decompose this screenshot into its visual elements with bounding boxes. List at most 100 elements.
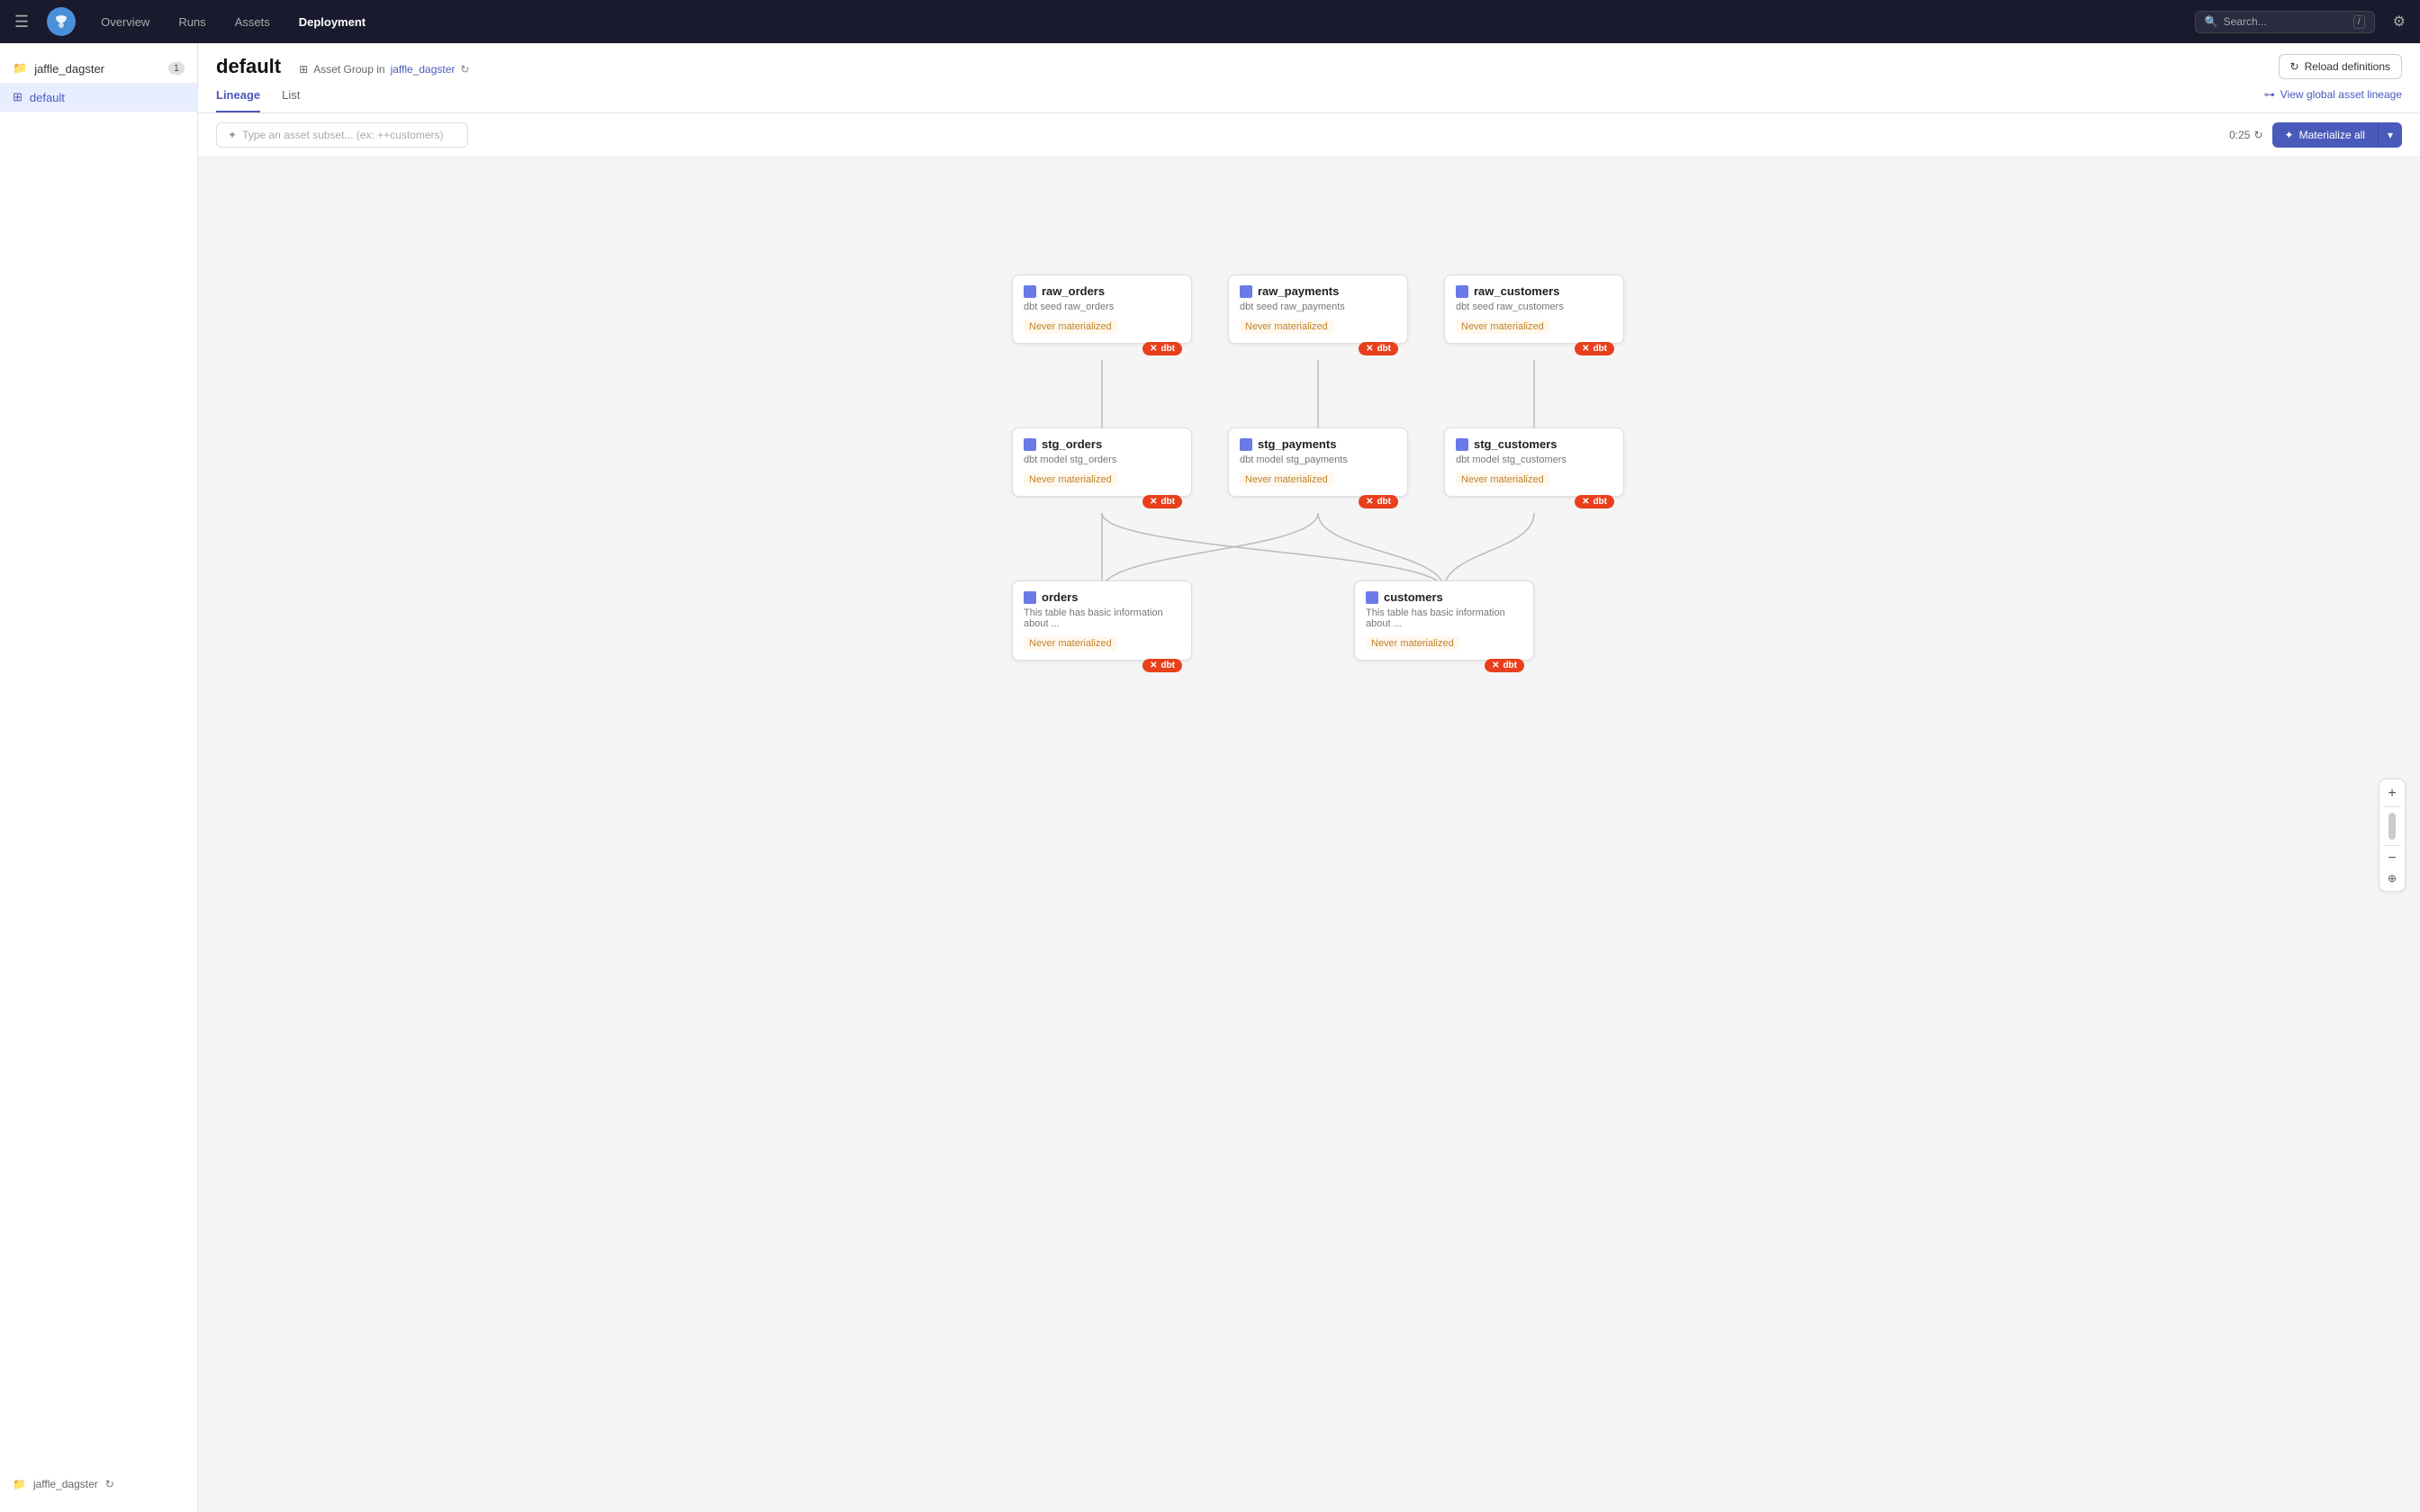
sidebar-items: 📁 jaffle_dagster 1 ⊞ default	[0, 54, 197, 112]
nav-deployment[interactable]: Deployment	[292, 12, 373, 32]
node-subtitle-raw_orders: dbt seed raw_orders	[1024, 302, 1180, 312]
nav-runs[interactable]: Runs	[171, 12, 212, 32]
folder-icon: 📁	[13, 61, 27, 76]
zoom-fit-button[interactable]: ⊕	[2384, 871, 2400, 886]
node-subtitle-stg_customers: dbt model stg_customers	[1456, 454, 1612, 465]
layout: 📁 jaffle_dagster 1 ⊞ default 📁 jaffle_da…	[0, 43, 2420, 1512]
dag-node-stg_payments[interactable]: stg_payments dbt model stg_payments Neve…	[1228, 428, 1408, 497]
sidebar: 📁 jaffle_dagster 1 ⊞ default 📁 jaffle_da…	[0, 43, 198, 1512]
reload-icon: ↻	[2290, 60, 2299, 73]
global-search[interactable]: 🔍 Search... /	[2195, 11, 2375, 33]
dbt-badge-customers: ✕ dbt	[1485, 659, 1524, 672]
zoom-divider-2	[2383, 845, 2401, 846]
dag-node-orders[interactable]: orders This table has basic information …	[1012, 580, 1192, 661]
zoom-handle[interactable]	[2388, 813, 2396, 840]
table-icon-stg_orders	[1024, 438, 1036, 451]
asset-group-icon: ⊞	[299, 63, 308, 76]
view-global-lineage-button[interactable]: ⊶ View global asset lineage	[2264, 88, 2402, 101]
node-title-orders: orders	[1024, 590, 1180, 604]
nav-assets[interactable]: Assets	[228, 12, 277, 32]
tab-list[interactable]: List	[282, 88, 300, 112]
materialize-label: Materialize all	[2299, 129, 2365, 141]
view-lineage-label: View global asset lineage	[2280, 88, 2402, 101]
nav-overview[interactable]: Overview	[94, 12, 157, 32]
asset-search-placeholder: Type an asset subset... (ex: ++customers…	[242, 129, 443, 141]
dbt-badge-raw_orders: ✕ dbt	[1142, 342, 1182, 356]
search-icon: 🔍	[2205, 15, 2218, 28]
sidebar-label-jaffle-dagster: jaffle_dagster	[34, 62, 104, 76]
refresh-icon[interactable]: ↻	[105, 1478, 114, 1490]
sidebar-item-jaffle-dagster[interactable]: 📁 jaffle_dagster 1	[0, 54, 197, 83]
node-subtitle-customers: This table has basic information about .…	[1366, 608, 1522, 629]
dbt-badge-raw_payments: ✕ dbt	[1359, 342, 1398, 356]
dag-node-stg_customers[interactable]: stg_customers dbt model stg_customers Ne…	[1444, 428, 1624, 497]
dag-node-raw_customers[interactable]: raw_customers dbt seed raw_customers Nev…	[1444, 274, 1624, 344]
node-title-raw_orders: raw_orders	[1024, 284, 1180, 298]
hamburger-icon[interactable]: ☰	[14, 13, 29, 32]
nav-links: Overview Runs Assets Deployment	[94, 12, 2177, 32]
timer-refresh-icon[interactable]: ↻	[2253, 129, 2262, 141]
dag-node-stg_orders[interactable]: stg_orders dbt model stg_orders Never ma…	[1012, 428, 1192, 497]
node-title-stg_orders: stg_orders	[1024, 437, 1180, 451]
folder-bottom-icon: 📁	[13, 1478, 26, 1490]
sidebar-badge: 1	[168, 62, 185, 75]
settings-icon[interactable]: ⚙	[2393, 13, 2406, 31]
table-icon-customers	[1366, 591, 1378, 604]
top-nav: ☰ Overview Runs Assets Deployment 🔍 Sear…	[0, 0, 2420, 43]
reload-definitions-button[interactable]: ↻ Reload definitions	[2279, 54, 2402, 79]
tabs: Lineage List ⊶ View global asset lineage	[216, 88, 2402, 112]
title-meta: ⊞ Asset Group in jaffle_dagster ↻	[299, 63, 469, 76]
node-status-stg_orders: Never materialized	[1024, 472, 1117, 487]
zoom-in-button[interactable]: +	[2384, 785, 2399, 803]
title-group: default ⊞ Asset Group in jaffle_dagster …	[216, 55, 469, 78]
table-icon-raw_payments	[1240, 285, 1252, 298]
zoom-out-button[interactable]: −	[2384, 850, 2399, 868]
meta-link[interactable]: jaffle_dagster	[391, 63, 456, 76]
dbt-badge-raw_customers: ✕ dbt	[1575, 342, 1614, 356]
dbt-badge-stg_customers: ✕ dbt	[1575, 495, 1614, 508]
sidebar-item-default[interactable]: ⊞ default	[0, 83, 197, 112]
node-status-customers: Never materialized	[1366, 636, 1459, 651]
canvas-toolbar: ✦ Type an asset subset... (ex: ++custome…	[198, 113, 2420, 158]
node-status-stg_customers: Never materialized	[1456, 472, 1549, 487]
view-lineage-container: ⊶ View global asset lineage	[2264, 88, 2402, 112]
search-placeholder: Search...	[2224, 15, 2267, 28]
dag-node-raw_payments[interactable]: raw_payments dbt seed raw_payments Never…	[1228, 274, 1408, 344]
toolbar-right: 0:25 ↻ ✦ Materialize all ▾	[2229, 122, 2402, 148]
sidebar-bottom: 📁 jaffle_dagster ↻	[0, 1467, 197, 1501]
node-status-raw_customers: Never materialized	[1456, 320, 1549, 334]
title-row: default ⊞ Asset Group in jaffle_dagster …	[216, 54, 2402, 79]
node-subtitle-raw_payments: dbt seed raw_payments	[1240, 302, 1396, 312]
materialize-dropdown-button[interactable]: ▾	[2378, 122, 2402, 148]
table-icon-orders	[1024, 591, 1036, 604]
node-status-raw_orders: Never materialized	[1024, 320, 1117, 334]
dbt-badge-stg_payments: ✕ dbt	[1359, 495, 1398, 508]
dag-node-customers[interactable]: customers This table has basic informati…	[1354, 580, 1534, 661]
sidebar-label-default: default	[30, 91, 65, 104]
main-header: default ⊞ Asset Group in jaffle_dagster …	[198, 43, 2420, 113]
node-title-stg_payments: stg_payments	[1240, 437, 1396, 451]
meta-text: Asset Group in	[313, 63, 384, 76]
asset-search-box[interactable]: ✦ Type an asset subset... (ex: ++custome…	[216, 122, 468, 148]
materialize-all-button[interactable]: ✦ Materialize all	[2272, 122, 2378, 148]
sidebar-bottom-label: jaffle_dagster	[33, 1478, 98, 1490]
dag-node-raw_orders[interactable]: raw_orders dbt seed raw_orders Never mat…	[1012, 274, 1192, 344]
tab-lineage[interactable]: Lineage	[216, 88, 260, 112]
dag-canvas[interactable]: raw_orders dbt seed raw_orders Never mat…	[904, 184, 1714, 724]
timer-value: 0:25	[2229, 129, 2250, 141]
lineage-icon: ⊶	[2264, 88, 2275, 101]
search-shortcut: /	[2353, 15, 2365, 29]
table-icon-stg_payments	[1240, 438, 1252, 451]
node-title-stg_customers: stg_customers	[1456, 437, 1612, 451]
node-status-stg_payments: Never materialized	[1240, 472, 1333, 487]
meta-refresh-icon[interactable]: ↻	[460, 63, 469, 76]
timer-display: 0:25 ↻	[2229, 129, 2262, 141]
dbt-badge-stg_orders: ✕ dbt	[1142, 495, 1182, 508]
node-status-raw_payments: Never materialized	[1240, 320, 1333, 334]
node-title-raw_customers: raw_customers	[1456, 284, 1612, 298]
materialize-icon: ✦	[2285, 129, 2294, 141]
table-icon-stg_customers	[1456, 438, 1468, 451]
node-subtitle-stg_payments: dbt model stg_payments	[1240, 454, 1396, 465]
page-title: default	[216, 55, 281, 78]
node-subtitle-stg_orders: dbt model stg_orders	[1024, 454, 1180, 465]
